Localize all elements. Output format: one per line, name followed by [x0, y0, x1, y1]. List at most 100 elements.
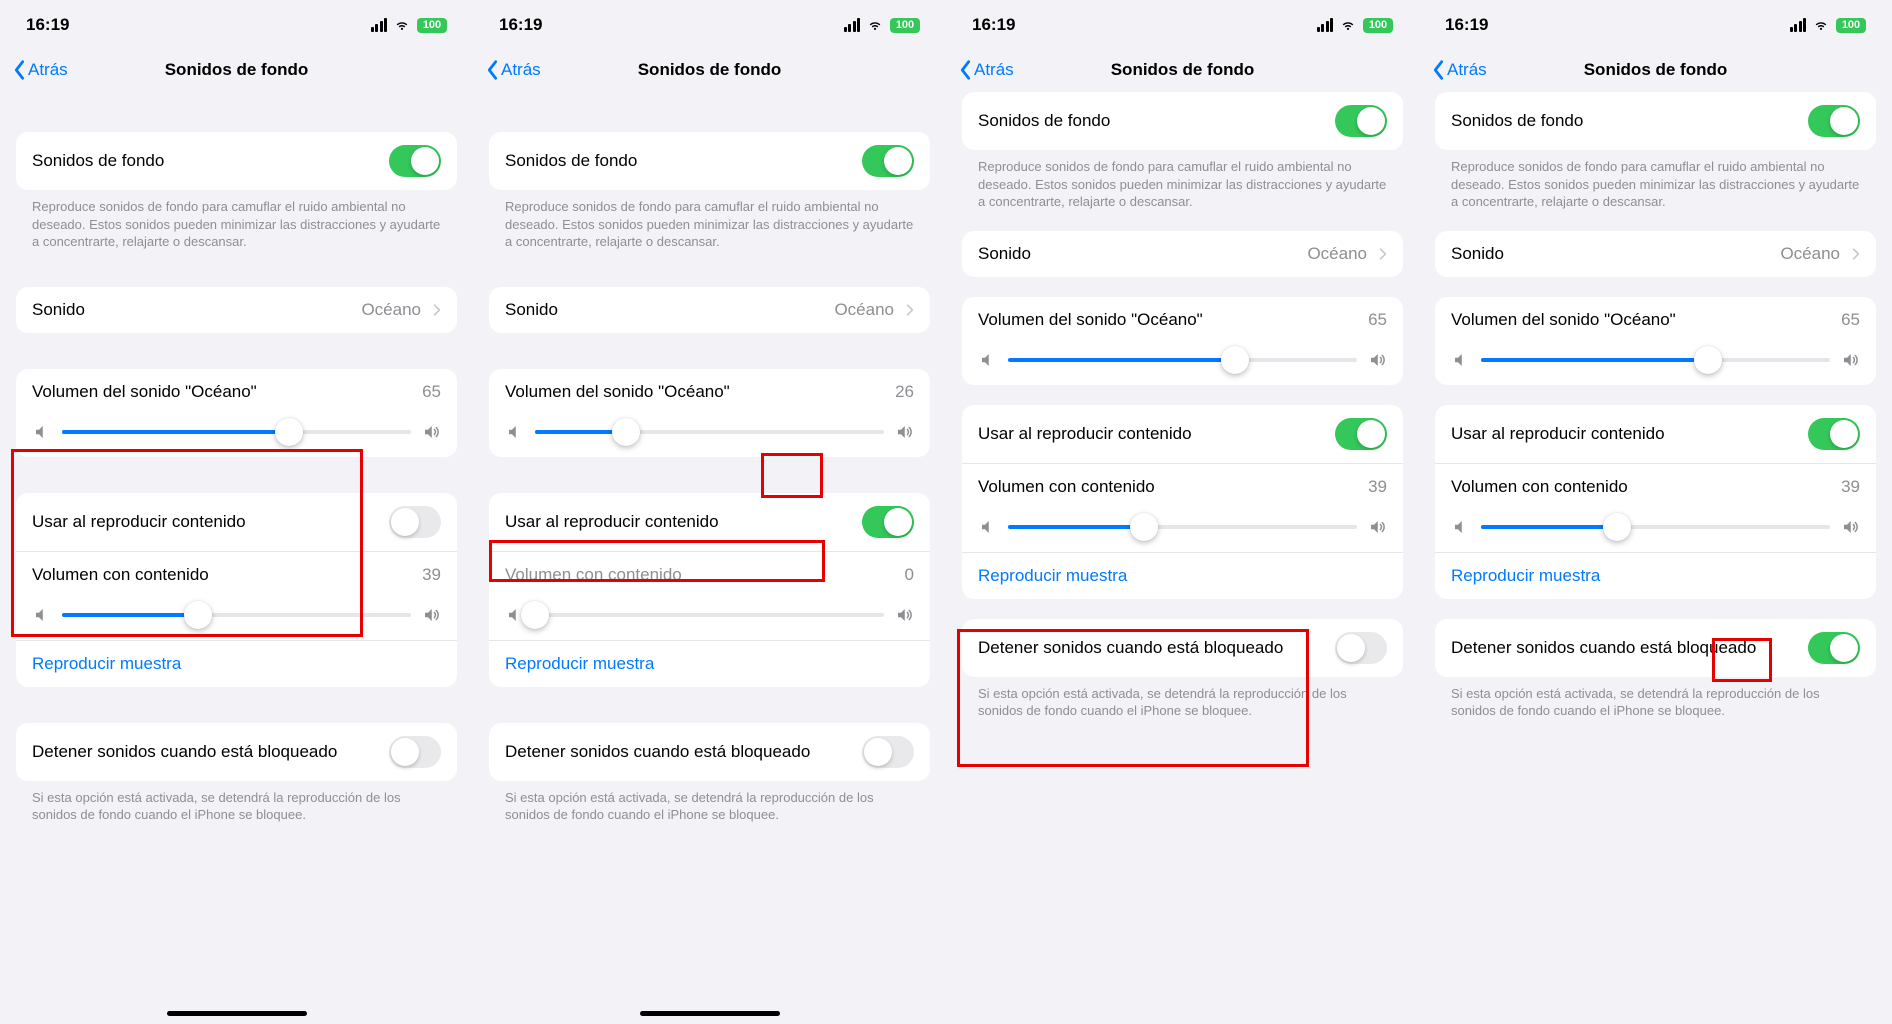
use-with-media-group: Usar al reproducir contenido Volumen con…	[16, 493, 457, 687]
main-toggle-group: Sonidos de fondo	[16, 132, 457, 190]
stop-when-locked-label: Detener sonidos cuando está bloqueado	[32, 741, 389, 762]
back-button[interactable]: Atrás	[12, 59, 68, 81]
back-button[interactable]: Atrás	[958, 59, 1014, 81]
sound-select-row[interactable]: Sonido Océano	[962, 231, 1403, 277]
page-title: Sonidos de fondo	[1111, 60, 1255, 80]
media-volume-slider[interactable]	[1481, 525, 1830, 529]
battery-icon: 100	[1363, 18, 1393, 33]
sound-select-group: Sonido Océano	[1435, 231, 1876, 277]
battery-icon: 100	[417, 18, 447, 33]
sound-select-row[interactable]: Sonido Océano	[489, 287, 930, 333]
status-bar: 16:19 100	[946, 0, 1419, 44]
navigation-bar: Atrás Sonidos de fondo	[1419, 44, 1892, 96]
media-volume-value: 39	[422, 565, 441, 585]
wifi-icon	[393, 18, 411, 32]
cellular-signal-icon	[1790, 18, 1807, 32]
status-indicators: 100	[1317, 18, 1394, 33]
status-time: 16:19	[26, 15, 69, 35]
play-sample-button[interactable]: Reproducir muestra	[1435, 552, 1876, 599]
back-label: Atrás	[28, 60, 68, 80]
status-bar: 16:19 100	[0, 0, 473, 44]
background-sounds-toggle[interactable]	[1808, 105, 1860, 137]
stop-when-locked-group: Detener sonidos cuando está bloqueado	[489, 723, 930, 781]
media-volume-slider[interactable]	[1008, 525, 1357, 529]
main-toggle-group: Sonidos de fondo	[489, 132, 930, 190]
sound-volume-slider[interactable]	[62, 430, 411, 434]
main-description: Reproduce sonidos de fondo para camuflar…	[946, 150, 1419, 211]
sound-label: Sonido	[978, 244, 1307, 264]
main-description: Reproduce sonidos de fondo para camuflar…	[473, 190, 946, 251]
use-with-media-group: Usar al reproducir contenido Volumen con…	[1435, 405, 1876, 599]
main-toggle-label: Sonidos de fondo	[1451, 111, 1808, 131]
home-indicator[interactable]	[167, 1011, 307, 1016]
sound-value: Océano	[1307, 244, 1367, 264]
back-button[interactable]: Atrás	[1431, 59, 1487, 81]
sound-volume-slider[interactable]	[535, 430, 884, 434]
sound-select-row[interactable]: Sonido Océano	[1435, 231, 1876, 277]
sound-volume-label: Volumen del sonido "Océano"	[505, 382, 895, 402]
chevron-right-icon	[433, 303, 441, 317]
media-volume-value: 39	[1368, 477, 1387, 497]
media-volume-slider[interactable]	[62, 613, 411, 617]
use-with-media-group: Usar al reproducir contenido Volumen con…	[962, 405, 1403, 599]
volume-low-icon	[978, 518, 998, 536]
volume-high-icon	[1840, 351, 1860, 369]
sound-volume-value: 65	[1841, 310, 1860, 330]
volume-high-icon	[894, 423, 914, 441]
sound-select-row[interactable]: Sonido Océano	[16, 287, 457, 333]
wifi-icon	[1812, 18, 1830, 32]
use-with-media-toggle[interactable]	[389, 506, 441, 538]
use-with-media-toggle[interactable]	[862, 506, 914, 538]
volume-high-icon	[1367, 351, 1387, 369]
stop-when-locked-label: Detener sonidos cuando está bloqueado	[1451, 637, 1808, 658]
stop-when-locked-description: Si esta opción está activada, se detendr…	[473, 781, 946, 824]
chevron-left-icon	[12, 59, 26, 81]
screenshot-panel-3: 16:19 100 Atrás Sonidos de fondo Sonidos…	[946, 0, 1419, 1024]
back-button[interactable]: Atrás	[485, 59, 541, 81]
sound-select-group: Sonido Océano	[962, 231, 1403, 277]
background-sounds-toggle[interactable]	[389, 145, 441, 177]
media-volume-label: Volumen con contenido	[32, 565, 422, 585]
page-title: Sonidos de fondo	[165, 60, 309, 80]
screenshot-panel-4: 16:19 100 Atrás Sonidos de fondo Sonidos…	[1419, 0, 1892, 1024]
cellular-signal-icon	[844, 18, 861, 32]
wifi-icon	[866, 18, 884, 32]
stop-when-locked-toggle[interactable]	[389, 736, 441, 768]
volume-high-icon	[421, 606, 441, 624]
navigation-bar: Atrás Sonidos de fondo	[0, 44, 473, 96]
use-with-media-toggle[interactable]	[1335, 418, 1387, 450]
use-with-media-toggle[interactable]	[1808, 418, 1860, 450]
status-bar: 16:19 100	[473, 0, 946, 44]
volume-low-icon	[978, 351, 998, 369]
sound-volume-slider[interactable]	[1008, 358, 1357, 362]
sound-volume-slider[interactable]	[1481, 358, 1830, 362]
cellular-signal-icon	[371, 18, 388, 32]
media-volume-label: Volumen con contenido	[978, 477, 1368, 497]
sound-label: Sonido	[1451, 244, 1780, 264]
media-volume-label: Volumen con contenido	[1451, 477, 1841, 497]
sound-volume-group: Volumen del sonido "Océano" 65	[962, 297, 1403, 385]
play-sample-button[interactable]: Reproducir muestra	[16, 640, 457, 687]
sound-volume-value: 65	[1368, 310, 1387, 330]
status-indicators: 100	[1790, 18, 1867, 33]
main-description: Reproduce sonidos de fondo para camuflar…	[0, 190, 473, 251]
status-indicators: 100	[844, 18, 921, 33]
page-title: Sonidos de fondo	[638, 60, 782, 80]
volume-low-icon	[1451, 351, 1471, 369]
stop-when-locked-toggle[interactable]	[1808, 632, 1860, 664]
battery-icon: 100	[890, 18, 920, 33]
home-indicator[interactable]	[640, 1011, 780, 1016]
stop-when-locked-description: Si esta opción está activada, se detendr…	[1419, 677, 1892, 720]
stop-when-locked-toggle[interactable]	[1335, 632, 1387, 664]
volume-low-icon	[1451, 518, 1471, 536]
back-label: Atrás	[974, 60, 1014, 80]
media-volume-slider[interactable]	[535, 613, 884, 617]
page-title: Sonidos de fondo	[1584, 60, 1728, 80]
play-sample-button[interactable]: Reproducir muestra	[489, 640, 930, 687]
stop-when-locked-toggle[interactable]	[862, 736, 914, 768]
play-sample-button[interactable]: Reproducir muestra	[962, 552, 1403, 599]
background-sounds-toggle[interactable]	[862, 145, 914, 177]
sound-value: Océano	[834, 300, 894, 320]
back-label: Atrás	[1447, 60, 1487, 80]
background-sounds-toggle[interactable]	[1335, 105, 1387, 137]
